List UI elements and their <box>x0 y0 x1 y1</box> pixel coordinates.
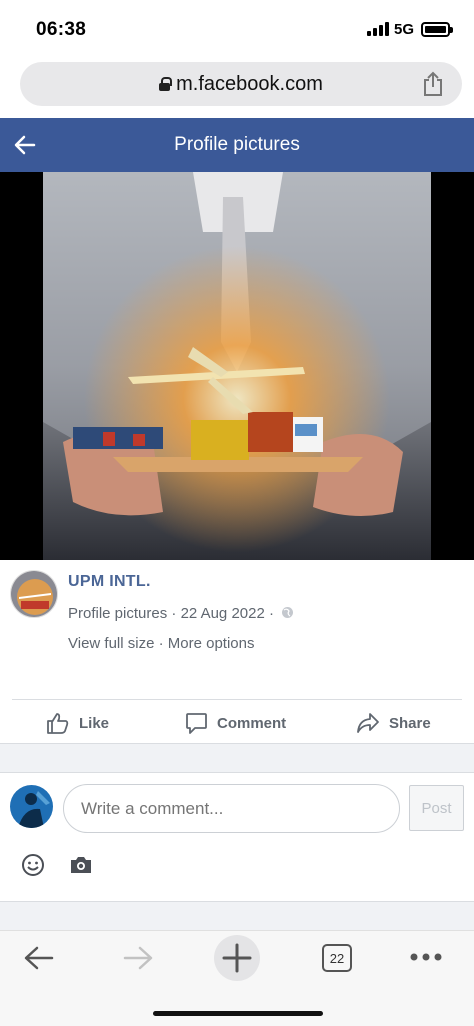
comment-input[interactable] <box>63 784 400 833</box>
profile-photo[interactable] <box>43 172 431 560</box>
more-options-link[interactable]: More options <box>168 635 255 652</box>
section-separator <box>0 744 474 772</box>
album-link[interactable]: Profile pictures <box>68 605 167 622</box>
meta-separator: · <box>171 605 177 622</box>
fb-header: Profile pictures <box>0 118 474 172</box>
tab-switcher-button[interactable]: 22 <box>322 944 352 972</box>
photo-links: View full size · More options <box>68 635 255 652</box>
globe-icon <box>282 607 294 618</box>
comment-icon <box>186 712 207 734</box>
lock-icon <box>159 77 173 91</box>
user-avatar-image <box>10 785 53 828</box>
link-separator: · <box>158 635 164 652</box>
meta-separator: · <box>269 605 274 622</box>
more-icon[interactable] <box>409 951 443 963</box>
like-button[interactable]: Like <box>46 708 109 738</box>
thumbs-up-icon <box>47 713 69 734</box>
author-name[interactable]: UPM INTL. <box>68 573 151 591</box>
comment-button[interactable]: Comment <box>185 708 286 738</box>
post-meta: Profile pictures · 22 Aug 2022 · <box>68 605 294 622</box>
divider <box>12 699 462 700</box>
page-title: Profile pictures <box>174 134 300 155</box>
browser-forward-icon[interactable] <box>121 944 155 972</box>
plus-icon <box>222 943 252 973</box>
like-label: Like <box>79 714 110 732</box>
status-bar: 06:38 5G <box>0 0 474 58</box>
post-button[interactable]: Post <box>409 785 464 831</box>
network-type: 5G <box>394 21 415 38</box>
cellular-signal-icon <box>367 22 389 36</box>
share-label: Share <box>389 714 431 732</box>
user-avatar <box>10 785 53 828</box>
divider <box>0 772 474 773</box>
share-arrow-icon <box>357 713 379 733</box>
comment-label: Comment <box>217 714 287 732</box>
share-button[interactable]: Share <box>356 708 431 738</box>
view-full-size-link[interactable]: View full size <box>68 635 154 652</box>
url-text: m.facebook.com <box>176 73 323 95</box>
home-indicator <box>153 1011 323 1016</box>
status-time: 06:38 <box>36 19 87 40</box>
share-icon[interactable] <box>422 71 444 97</box>
photo-viewer <box>0 172 474 560</box>
avatar-image <box>11 571 57 617</box>
battery-icon <box>421 22 453 37</box>
post-date[interactable]: 22 Aug 2022 <box>181 605 265 622</box>
author-avatar[interactable] <box>10 570 58 618</box>
section-separator <box>0 902 474 930</box>
emoji-icon[interactable] <box>21 853 45 877</box>
browser-back-icon[interactable] <box>22 944 56 972</box>
new-tab-button[interactable] <box>214 935 260 981</box>
camera-icon[interactable] <box>69 855 93 875</box>
url-bar[interactable]: m.facebook.com <box>20 62 462 106</box>
